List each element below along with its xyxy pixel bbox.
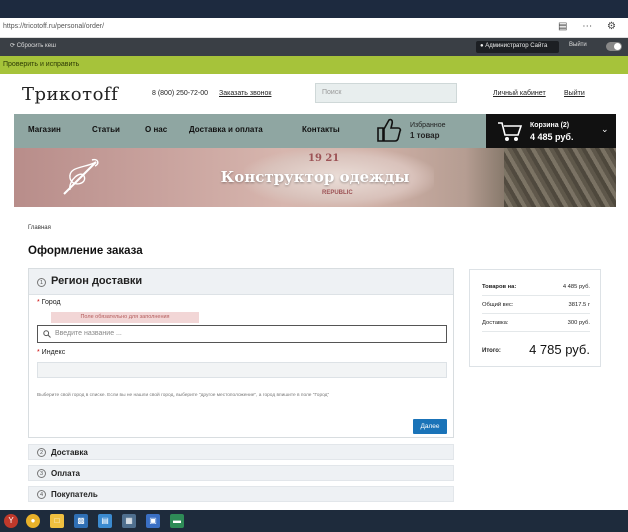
- address-bar[interactable]: https://tricotoff.ru/personal/order/ ▤ ⋯…: [0, 18, 628, 38]
- app-icon[interactable]: ▩: [74, 514, 88, 528]
- step-region-panel: 1 Регион доставки * Город Поле обязатель…: [28, 268, 454, 438]
- step-region-header[interactable]: 1 Регион доставки: [29, 269, 453, 295]
- order-summary: Товаров на: 4 485 руб. Общий вес: 3817.5…: [469, 269, 601, 367]
- check-and-fix-bar[interactable]: Проверить и исправить: [0, 56, 628, 74]
- exit-link[interactable]: Выйти: [564, 90, 585, 97]
- step-number: 4: [37, 490, 46, 499]
- calculator-icon[interactable]: ▦: [122, 514, 136, 528]
- step-number: 3: [37, 469, 46, 478]
- step-title: Доставка: [51, 448, 88, 457]
- favorites-link[interactable]: Избранное 1 товар: [410, 121, 445, 142]
- browser-title-bar: [0, 0, 628, 18]
- city-error-message: Поле обязательно для заполнения: [51, 312, 199, 323]
- index-input[interactable]: [37, 362, 447, 378]
- nav-item-shop[interactable]: Магазин: [28, 125, 61, 134]
- browser-menu-icons[interactable]: ▤ ⋯ ⚙: [558, 21, 622, 32]
- search-input[interactable]: Поиск: [315, 83, 457, 103]
- total-label: Итого:: [482, 348, 501, 354]
- site-logo[interactable]: Трикотoff: [22, 84, 118, 105]
- edit-mode-toggle[interactable]: [606, 42, 622, 51]
- banner-title: Конструктор одежды: [220, 168, 410, 186]
- personal-cabinet-link[interactable]: Личный кабинет: [493, 90, 546, 97]
- nav-item-delivery-payment[interactable]: Доставка и оплата: [189, 125, 263, 134]
- step-buyer[interactable]: 4 Покупатель: [28, 486, 454, 502]
- shirt-print-numbers: 19 21: [308, 153, 340, 164]
- folder-icon[interactable]: □: [50, 514, 64, 528]
- city-placeholder: Введите название ...: [55, 330, 122, 337]
- total-value: 4 785 руб.: [529, 342, 590, 357]
- city-label: * Город: [37, 299, 61, 306]
- admin-user-button[interactable]: ● Администратор Сайта: [476, 41, 559, 53]
- index-label-text: Индекс: [41, 349, 66, 356]
- reset-cache-button[interactable]: ⟳ Сбросить кеш: [10, 42, 56, 49]
- window-icon[interactable]: ▤: [98, 514, 112, 528]
- cart-button[interactable]: Корзина (2) 4 485 руб. ⌄: [486, 114, 616, 148]
- search-icon: [43, 330, 51, 338]
- index-label: * Индекс: [37, 349, 66, 356]
- callback-link[interactable]: Заказать звонок: [219, 90, 271, 97]
- site-header: Трикотoff 8 (800) 250-72-00 Заказать зво…: [14, 74, 616, 114]
- step-title: Покупатель: [51, 490, 98, 499]
- summary-value: 300 руб.: [567, 320, 590, 326]
- nav-item-about[interactable]: О нас: [145, 125, 167, 134]
- summary-value: 3817.5 г: [568, 302, 590, 308]
- check-and-fix-label: Проверить и исправить: [3, 61, 80, 68]
- save-icon[interactable]: ▣: [146, 514, 160, 528]
- next-button[interactable]: Далее: [413, 419, 447, 434]
- shirt-print-text: REPUBLIC: [322, 190, 353, 196]
- step-title: Оплата: [51, 469, 80, 478]
- city-hint: Выберите свой город в списке. Если вы не…: [37, 393, 330, 398]
- order-content: Главная Оформление заказа 1 Регион доста…: [14, 207, 616, 510]
- screen-icon[interactable]: ▬: [170, 514, 184, 528]
- favorites-count: 1 товар: [410, 131, 440, 140]
- favorites-label: Избранное: [410, 122, 446, 129]
- step-number: 1: [37, 278, 46, 287]
- city-label-text: Город: [41, 299, 61, 306]
- admin-bar: ⟳ Сбросить кеш ● Администратор Сайта Вый…: [0, 38, 628, 56]
- os-taskbar: Y ● □ ▩ ▤ ▦ ▣ ▬: [0, 510, 628, 532]
- cart-label: Корзина (2): [530, 122, 570, 129]
- main-nav: Магазин Статьи О нас Доставка и оплата К…: [14, 114, 616, 148]
- url-text[interactable]: https://tricotoff.ru/personal/order/: [3, 23, 104, 30]
- search-placeholder: Поиск: [322, 89, 342, 96]
- summary-row-delivery: Доставка: 300 руб.: [482, 314, 590, 332]
- chrome-icon[interactable]: ●: [26, 514, 40, 528]
- step-payment[interactable]: 3 Оплата: [28, 465, 454, 481]
- summary-label: Товаров на:: [482, 284, 517, 290]
- step-delivery[interactable]: 2 Доставка: [28, 444, 454, 460]
- page-title: Оформление заказа: [28, 245, 143, 257]
- step-number: 2: [37, 448, 46, 457]
- reset-cache-label: Сбросить кеш: [16, 43, 56, 49]
- nav-item-articles[interactable]: Статьи: [92, 125, 120, 134]
- city-search-input[interactable]: Введите название ...: [37, 325, 447, 343]
- admin-user-label: Администратор Сайта: [485, 43, 548, 49]
- thumbs-up-icon[interactable]: [375, 117, 403, 143]
- summary-row-goods: Товаров на: 4 485 руб.: [482, 278, 590, 296]
- yandex-browser-icon[interactable]: Y: [4, 514, 18, 528]
- admin-logout-link[interactable]: Выйти: [569, 42, 587, 48]
- cart-total: 4 485 руб.: [530, 132, 574, 142]
- phone-number: 8 (800) 250-72-00: [152, 90, 209, 97]
- hero-banner: 19 21 REPUBLIC Конструктор одежды: [14, 148, 616, 207]
- summary-label: Общий вес:: [482, 302, 514, 308]
- nav-item-contacts[interactable]: Контакты: [302, 125, 340, 134]
- summary-label: Доставка:: [482, 320, 509, 326]
- chevron-down-icon[interactable]: ⌄: [601, 124, 609, 135]
- breadcrumb[interactable]: Главная: [28, 225, 51, 231]
- cart-icon: [498, 122, 523, 141]
- summary-row-weight: Общий вес: 3817.5 г: [482, 296, 590, 314]
- step-title: Регион доставки: [51, 275, 143, 287]
- summary-value: 4 485 руб.: [562, 284, 590, 290]
